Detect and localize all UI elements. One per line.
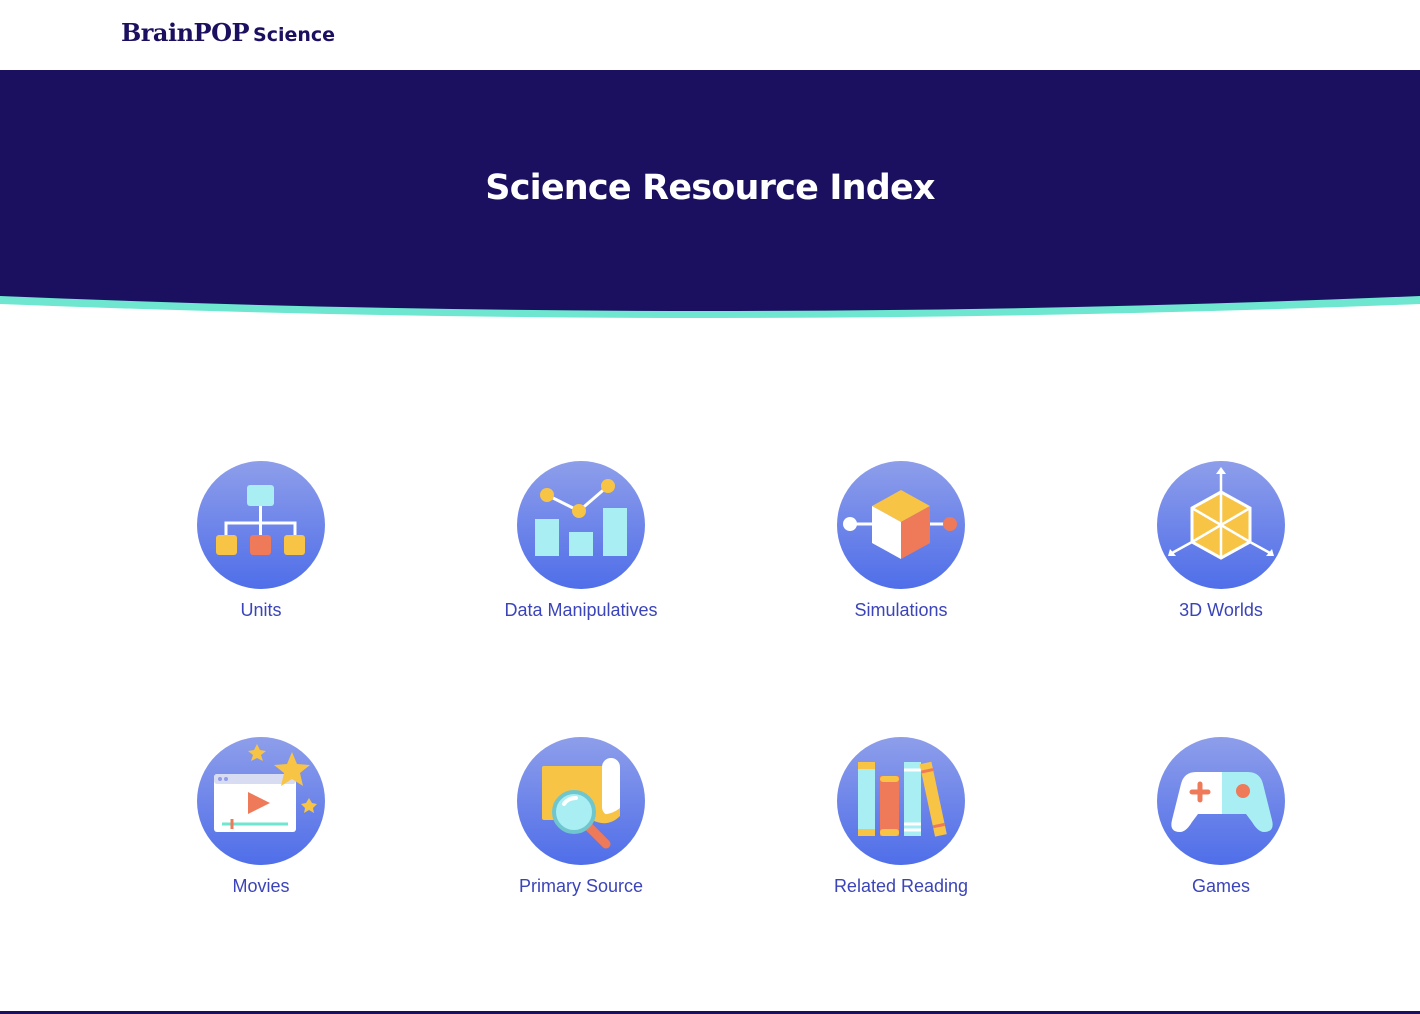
resource-label: Related Reading — [833, 876, 969, 896]
resource-label: Movies — [232, 876, 290, 896]
hexagon-3d-icon — [1156, 460, 1286, 590]
gamepad-icon — [1156, 736, 1286, 866]
resource-label: Primary Source — [518, 876, 644, 896]
video-player-icon — [196, 736, 326, 866]
resource-tile-simulations[interactable]: Simulations — [781, 460, 1021, 640]
magnifier-scroll-icon — [516, 736, 646, 866]
resource-label: Simulations — [854, 600, 948, 620]
resource-tile-games[interactable]: Games — [1101, 736, 1341, 916]
books-icon — [836, 736, 966, 866]
resource-label: Units — [240, 600, 282, 620]
resource-label: Games — [1191, 876, 1251, 896]
cube-icon — [836, 460, 966, 590]
resource-label: 3D Worlds — [1179, 600, 1263, 620]
resource-tile-movies[interactable]: Movies — [141, 736, 381, 916]
resource-tile-primary-source[interactable]: Primary Source — [461, 736, 701, 916]
resource-tile-related-reading[interactable]: Related Reading — [781, 736, 1021, 916]
chart-icon — [516, 460, 646, 590]
resource-tile-units[interactable]: Units — [141, 460, 381, 640]
hierarchy-icon — [196, 460, 326, 590]
resource-grid: Units Data Manipulatives Simulations 3D … — [0, 0, 1420, 1014]
resource-tile-data-manipulatives[interactable]: Data Manipulatives — [461, 460, 701, 640]
resource-tile-3d-worlds[interactable]: 3D Worlds — [1101, 460, 1341, 640]
resource-label: Data Manipulatives — [504, 600, 658, 620]
